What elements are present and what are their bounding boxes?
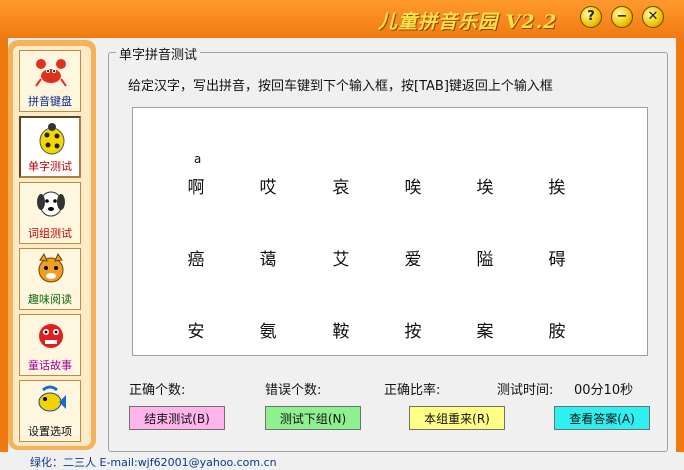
redo-group-button[interactable]: 本组重来(R) [409, 406, 505, 430]
hanzi-char: 挨 [548, 178, 566, 198]
hanzi-char: 唉 [404, 178, 422, 198]
footer: 绿化：二三人 E-mail:wjf62001@yahoo.com.cn [0, 452, 684, 469]
sidebar-panel: 拼音键盘 单字测试 词组测试 趣味阅读 童话故事 设置选项 [13, 46, 91, 446]
wrong-count-label: 错误个数: [265, 383, 322, 398]
pinyin-input[interactable] [241, 149, 305, 170]
sidebar: 拼音键盘 单字测试 词组测试 趣味阅读 童话故事 设置选项 [8, 40, 96, 450]
close-button[interactable]: ✕ [642, 6, 664, 28]
correct-count-label: 正确个数: [129, 383, 186, 398]
next-group-button[interactable]: 测试下组(N) [265, 406, 361, 430]
sidebar-item-label: 词组测试 [28, 227, 72, 240]
hanzi-char: 爱 [404, 250, 422, 270]
hanzi-char: 胺 [548, 322, 566, 342]
hanzi-char: 按 [404, 322, 422, 342]
hanzi-char: 蔼 [259, 250, 277, 270]
hanzi-char: 啊 [187, 178, 205, 198]
question-board: a 啊 哎 哀 唉 埃 挨 癌 蔼 艾 爱 隘 碍 安 氨 鞍 按 案 胺 [132, 107, 648, 356]
sidebar-item-fairy-tales[interactable]: 童话故事 [19, 314, 81, 376]
window-frame-right [676, 38, 684, 469]
app-title: 儿童拼音乐园 V2.2 [378, 11, 558, 33]
test-time-label: 测试时间: [497, 383, 554, 398]
pinyin-answer: a [194, 152, 202, 166]
main-panel: 单字拼音测试 给定汉字，写出拼音，按回车键到下个输入框，按[TAB]键返回上个输… [100, 38, 676, 456]
ladybug-icon [39, 123, 65, 155]
instruction-text: 给定汉字，写出拼音，按回车键到下个输入框，按[TAB]键返回上个输入框 [128, 79, 553, 94]
help-button[interactable]: ? [580, 6, 602, 28]
crab-icon [35, 59, 67, 87]
hanzi-char: 哎 [259, 178, 277, 198]
hanzi-char: 艾 [332, 250, 350, 270]
hanzi-char: 埃 [476, 178, 494, 198]
hanzi-char: 哀 [332, 178, 350, 198]
correct-ratio-label: 正确比率: [384, 383, 441, 398]
hanzi-char: 氨 [259, 322, 277, 342]
minimize-button[interactable]: − [611, 6, 633, 28]
view-answer-button[interactable]: 查看答案(A) [554, 406, 650, 430]
hanzi-char: 碍 [548, 250, 566, 270]
sidebar-item-fun-reading[interactable]: 趣味阅读 [19, 248, 81, 310]
sidebar-item-phrase-test[interactable]: 词组测试 [19, 182, 81, 244]
sidebar-item-label: 单字测试 [28, 160, 72, 173]
hanzi-char: 案 [476, 322, 494, 342]
finish-test-button[interactable]: 结束测试(B) [129, 406, 225, 430]
sidebar-item-pinyin-keyboard[interactable]: 拼音键盘 [19, 50, 81, 112]
dog-icon [37, 191, 65, 217]
hanzi-char: 隘 [476, 250, 494, 270]
sidebar-item-single-char-test[interactable]: 单字测试 [19, 116, 81, 178]
red-animal-icon [39, 324, 63, 348]
hanzi-char: 鞍 [332, 322, 350, 342]
title-bar: 儿童拼音乐园 V2.2 ? − ✕ [0, 0, 684, 38]
hanzi-char: 癌 [187, 250, 205, 270]
fish-icon [38, 385, 66, 412]
sidebar-item-label: 趣味阅读 [28, 293, 72, 306]
sidebar-item-label: 设置选项 [28, 425, 72, 438]
group-title: 单字拼音测试 [116, 44, 201, 63]
footer-credit: 绿化：二三人 E-mail:wjf62001@yahoo.com.cn [30, 456, 277, 469]
tiger-icon [38, 252, 64, 283]
sidebar-item-label: 童话故事 [28, 359, 72, 372]
sidebar-item-settings[interactable]: 设置选项 [19, 380, 81, 442]
test-time-value: 00分10秒 [574, 383, 634, 398]
sidebar-item-label: 拼音键盘 [28, 95, 72, 108]
hanzi-char: 安 [187, 322, 205, 342]
window-frame-left [0, 38, 8, 469]
